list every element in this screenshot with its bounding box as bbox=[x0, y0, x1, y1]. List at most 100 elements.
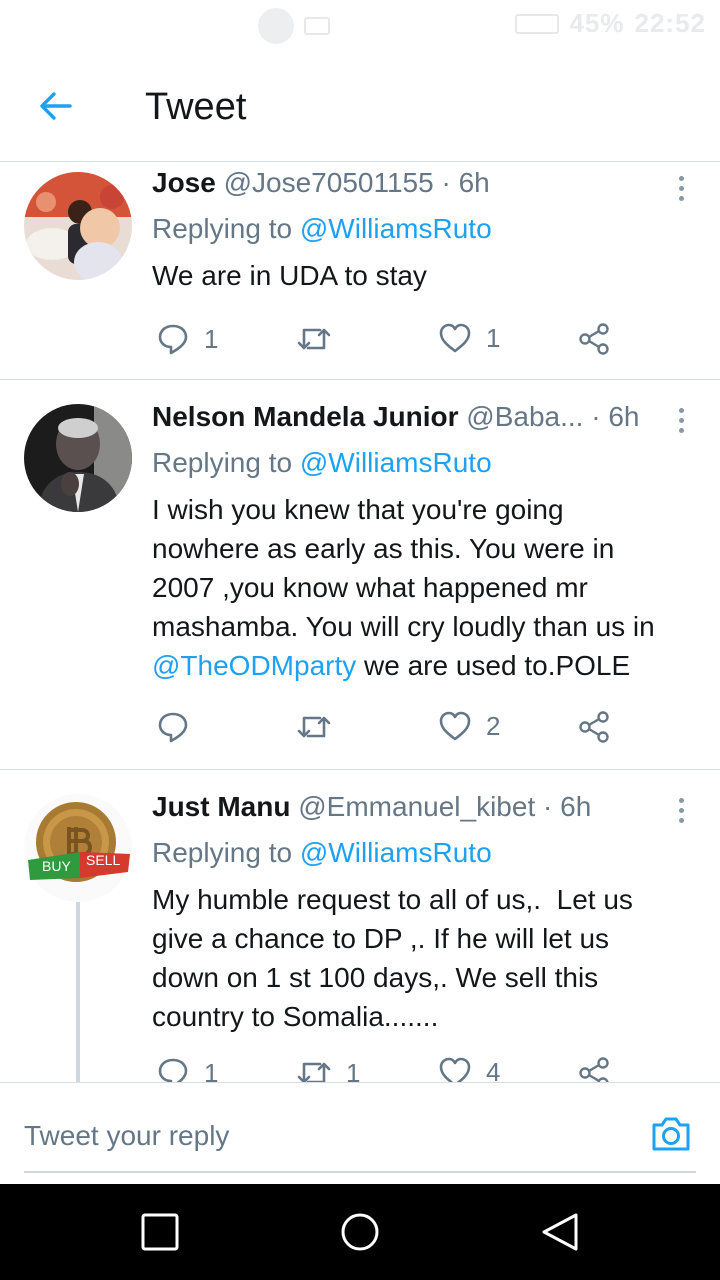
replying-to: Replying to @WilliamsRuto bbox=[152, 836, 680, 870]
avatar[interactable] bbox=[24, 404, 132, 512]
tweet-time: 6h bbox=[458, 167, 490, 198]
tweet-text-line: down on 1 st 100 days,. We sell this bbox=[152, 962, 599, 993]
more-vertical-icon-dot bbox=[678, 418, 684, 423]
more-vertical-icon-dot bbox=[678, 196, 684, 201]
author-handle[interactable]: @Emmanuel_kibet bbox=[298, 791, 535, 822]
reply-button[interactable] bbox=[156, 710, 204, 744]
replying-to-link[interactable]: @WilliamsRuto bbox=[300, 213, 492, 244]
square-icon bbox=[141, 1213, 179, 1251]
camera-button[interactable] bbox=[650, 1113, 692, 1155]
more-options-button[interactable] bbox=[676, 798, 686, 823]
reply-input[interactable] bbox=[24, 1101, 696, 1173]
like-button[interactable]: 4 bbox=[438, 1056, 500, 1082]
replying-to-label: Replying to bbox=[152, 213, 293, 244]
tweet-body: Nelson Mandela Junior @Baba... · 6h Repl… bbox=[152, 400, 680, 685]
share-icon bbox=[579, 1057, 609, 1082]
tweet-text-line: I wish you knew that you're going bbox=[152, 494, 564, 525]
more-options-button[interactable] bbox=[676, 176, 686, 201]
system-navigation-bar bbox=[0, 1184, 720, 1280]
more-vertical-icon-dot bbox=[678, 428, 684, 433]
back-nav-button[interactable] bbox=[540, 1212, 580, 1252]
like-button[interactable]: 1 bbox=[438, 322, 500, 354]
page-title: Tweet bbox=[145, 86, 247, 128]
replying-to-link[interactable]: @WilliamsRuto bbox=[300, 837, 492, 868]
status-notification-icons bbox=[258, 8, 330, 44]
status-bar: 45% 22:52 bbox=[0, 0, 720, 50]
tweet-text: My humble request to all of us,. Let us … bbox=[152, 880, 680, 1036]
replying-to-label: Replying to bbox=[152, 447, 293, 478]
retweet-button[interactable] bbox=[296, 710, 346, 744]
share-button[interactable] bbox=[578, 1056, 610, 1082]
like-count: 1 bbox=[486, 322, 501, 353]
tweet[interactable]: BUY SELL Just Manu @Emmanuel_kibet · 6h … bbox=[0, 770, 720, 1082]
separator-dot: · bbox=[591, 401, 601, 432]
speech-bubble-icon bbox=[158, 324, 188, 355]
tweet-text: We are in UDA to stay bbox=[152, 260, 427, 291]
tweet-text-tail: we are used to.POLE bbox=[356, 650, 631, 681]
retweet-icon bbox=[297, 716, 331, 738]
recents-button[interactable] bbox=[140, 1212, 180, 1252]
reply-button[interactable]: 1 bbox=[156, 322, 218, 356]
share-icon bbox=[579, 323, 609, 355]
like-button[interactable]: 2 bbox=[438, 710, 500, 742]
author-name[interactable]: Nelson Mandela Junior bbox=[152, 401, 459, 432]
like-count: 2 bbox=[486, 710, 501, 741]
sell-badge-label: SELL bbox=[86, 852, 121, 868]
tweet-header: Just Manu @Emmanuel_kibet · 6h bbox=[152, 790, 680, 824]
camera-icon bbox=[652, 1117, 690, 1151]
tweet-text-line: My humble request to all of us,. Let us bbox=[152, 884, 633, 915]
share-button[interactable] bbox=[578, 710, 610, 744]
retweet-button[interactable]: 1 bbox=[296, 1056, 360, 1082]
avatar[interactable]: BUY SELL bbox=[24, 794, 132, 902]
avatar[interactable] bbox=[24, 172, 132, 280]
retweet-count: 1 bbox=[346, 1057, 361, 1083]
share-button[interactable] bbox=[578, 322, 610, 356]
author-handle[interactable]: @Baba... bbox=[466, 401, 583, 432]
tweet-body: Just Manu @Emmanuel_kibet · 6h Replying … bbox=[152, 790, 680, 1036]
more-vertical-icon-dot bbox=[678, 818, 684, 823]
replying-to-link[interactable]: @WilliamsRuto bbox=[300, 447, 492, 478]
more-vertical-icon-dot bbox=[678, 798, 684, 803]
heart-icon bbox=[439, 711, 471, 741]
author-handle[interactable]: @Jose70501155 bbox=[224, 167, 434, 198]
retweet-icon bbox=[297, 328, 331, 350]
buy-badge-label: BUY bbox=[42, 858, 71, 874]
author-name[interactable]: Just Manu bbox=[152, 791, 290, 822]
author-name[interactable]: Jose bbox=[152, 167, 216, 198]
tweet-actions: 2 bbox=[152, 710, 632, 750]
heart-icon bbox=[439, 1057, 471, 1082]
home-button[interactable] bbox=[340, 1212, 380, 1252]
tweet-text-line: nowhere as early as this. You were in bbox=[152, 533, 615, 564]
more-vertical-icon-dot bbox=[678, 176, 684, 181]
like-count: 4 bbox=[486, 1056, 501, 1083]
tweet-time: 6h bbox=[560, 791, 592, 822]
tweet-actions: 1 1 4 bbox=[152, 1056, 632, 1082]
battery-icon bbox=[515, 13, 560, 34]
clock: 22:52 bbox=[634, 8, 706, 38]
replying-to: Replying to @WilliamsRuto bbox=[152, 446, 680, 480]
notification-app-icon bbox=[258, 8, 294, 44]
more-vertical-icon-dot bbox=[678, 408, 684, 413]
more-options-button[interactable] bbox=[676, 408, 686, 433]
speech-bubble-icon bbox=[158, 712, 188, 743]
tweet-text-line: give a chance to DP ,. If he will let us bbox=[152, 923, 610, 954]
separator-dot: · bbox=[441, 167, 451, 198]
mail-icon bbox=[304, 17, 330, 35]
tweet[interactable]: Jose @Jose70501155 · 6h Replying to @Wil… bbox=[0, 162, 720, 380]
separator-dot: · bbox=[543, 791, 553, 822]
tweet-text-line: mashamba. You will cry loudly than us in bbox=[152, 611, 655, 642]
reply-composer bbox=[0, 1082, 720, 1184]
back-button[interactable] bbox=[36, 86, 76, 126]
tweet-text-line: @TheODMparty we are used to.POLE bbox=[152, 646, 680, 685]
reply-count: 1 bbox=[204, 323, 219, 354]
tweet[interactable]: Nelson Mandela Junior @Baba... · 6h Repl… bbox=[0, 380, 720, 770]
battery-level: 45% bbox=[569, 8, 625, 38]
reply-button[interactable]: 1 bbox=[156, 1056, 218, 1082]
reply-count: 1 bbox=[204, 1057, 219, 1083]
mention-link[interactable]: @TheODMparty bbox=[152, 650, 356, 681]
replying-to-label: Replying to bbox=[152, 837, 293, 868]
tweet-text: I wish you knew that you're going nowher… bbox=[152, 490, 680, 685]
retweet-button[interactable] bbox=[296, 322, 346, 356]
reply-list[interactable]: Jose @Jose70501155 · 6h Replying to @Wil… bbox=[0, 162, 720, 1082]
tweet-header: Jose @Jose70501155 · 6h bbox=[152, 166, 680, 200]
